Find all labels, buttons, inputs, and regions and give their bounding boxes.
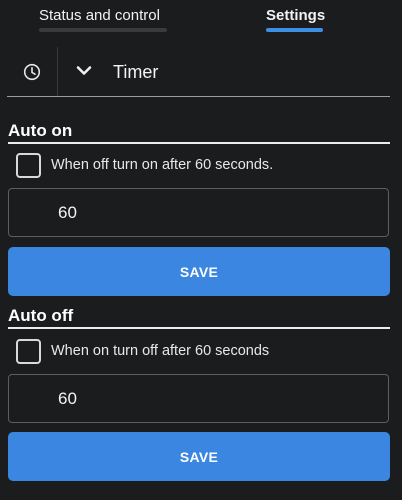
chevron-down-icon[interactable] (76, 65, 92, 77)
tab-bar: Status and control Settings (0, 0, 402, 34)
auto-on-seconds-input[interactable] (8, 188, 389, 237)
auto-on-checkbox-label: When off turn on after 60 seconds. (51, 157, 274, 173)
tab-active-indicator (266, 28, 323, 32)
auto-off-checkbox-label: When on turn off after 60 seconds (51, 343, 270, 359)
divider (57, 47, 58, 96)
timer-title: Timer (113, 62, 159, 82)
auto-on-save-button[interactable]: SAVE (8, 247, 390, 296)
auto-on-checkbox-row[interactable]: When off turn on after 60 seconds. (16, 153, 390, 179)
auto-off-seconds-input[interactable] (8, 374, 389, 423)
auto-on-checkbox[interactable] (16, 153, 41, 178)
tab-label: Settings (266, 7, 326, 24)
auto-off-heading-text: Auto off (8, 306, 74, 325)
tab-settings[interactable]: Settings (265, 0, 335, 34)
auto-off-save-button[interactable]: SAVE (8, 432, 390, 481)
auto-off-heading: Auto off (8, 305, 390, 329)
clock-icon (23, 63, 41, 81)
tab-label: Status and control (39, 7, 160, 24)
timer-expander[interactable]: Timer (7, 47, 390, 97)
auto-on-heading-text: Auto on (8, 121, 73, 140)
tab-indicator (39, 28, 167, 32)
auto-off-checkbox-row[interactable]: When on turn off after 60 seconds (16, 339, 390, 365)
auto-off-checkbox[interactable] (16, 339, 41, 364)
tab-status-and-control[interactable]: Status and control (39, 0, 179, 34)
auto-on-heading: Auto on (8, 120, 390, 144)
